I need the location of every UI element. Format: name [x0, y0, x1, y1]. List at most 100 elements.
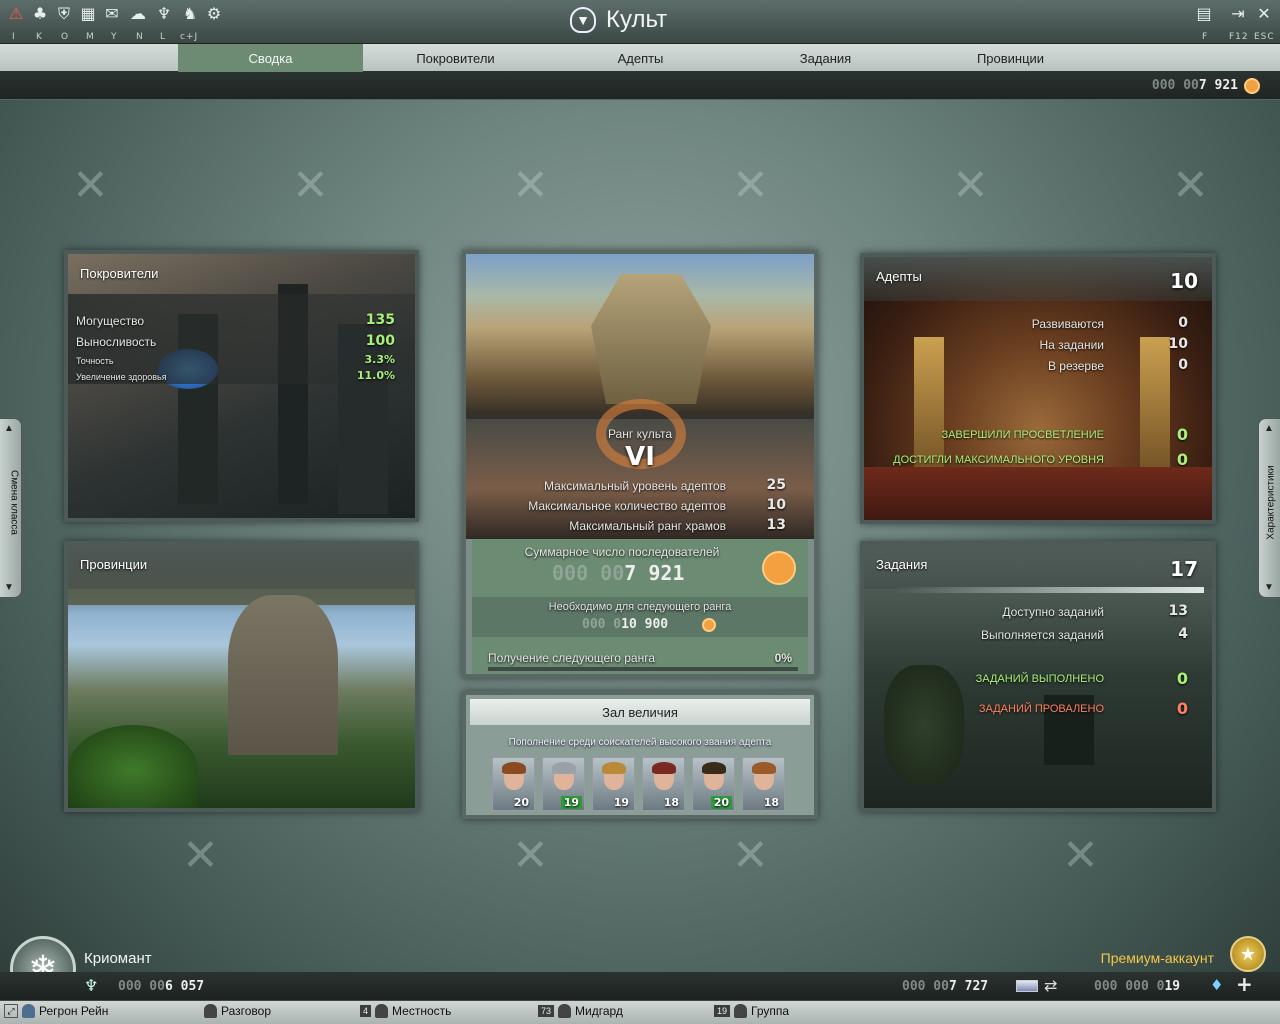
exchange-icon[interactable]: ⇄ [1044, 976, 1057, 995]
currency-bar: 000 007 921 [0, 72, 1280, 100]
tab-missions[interactable]: Задания [733, 44, 918, 72]
adept-level: 18 [763, 796, 779, 809]
background-ornament: ✕ [732, 160, 769, 211]
next-rank-value: 000 010 900 [582, 617, 669, 632]
hall-of-greatness-panel[interactable]: Зал величия Пополнение среди соискателей… [462, 691, 818, 819]
resource-bar: ♆ 000 006 057 000 007 727 ⇄ 000 000 019 … [0, 972, 1280, 1000]
missions-failed-value: 0 [1176, 699, 1188, 718]
add-crystals-button[interactable]: + [1236, 972, 1253, 996]
chat-tab[interactable]: 4 Местность [360, 1004, 451, 1018]
hall-title: Зал величия [470, 699, 810, 725]
adept-candidate-portrait[interactable]: 20 [692, 757, 735, 811]
background-ornament: ✕ [1062, 830, 1099, 881]
cult-icon[interactable]: ♆ [154, 4, 174, 24]
background-ornament: ✕ [1172, 160, 1209, 211]
chat-tab[interactable]: 73 Мидгард [538, 1004, 623, 1018]
patrons-title: Покровители [80, 266, 159, 281]
portrait-hair [502, 762, 526, 774]
missions-title: Задания [876, 557, 928, 572]
characteristics-label: Характеристики [1265, 465, 1277, 540]
missions-count: 17 [1170, 557, 1198, 581]
tab-patrons[interactable]: Покровители [363, 44, 548, 72]
chat-icon[interactable]: ✉ [102, 4, 122, 24]
banknote-icon [1016, 980, 1038, 992]
adept-level: 18 [663, 796, 679, 809]
adept-candidate-portrait[interactable]: 19 [592, 757, 635, 811]
paw-icon [762, 551, 796, 585]
adepts-row-label: В резерве [1047, 359, 1104, 373]
adept-candidate-portrait[interactable]: 19 [542, 757, 585, 811]
adept-level: 19 [613, 796, 629, 809]
stat-value: 100 [365, 333, 395, 349]
adepts-panel[interactable]: Адепты 10 Развиваются 0 На задании 10 В … [860, 253, 1216, 524]
chat-tab-label: Разговор [221, 1004, 272, 1018]
missions-divider [894, 587, 1204, 593]
adept-candidate-portrait[interactable]: 18 [742, 757, 785, 811]
missions-row-label: Выполняется заданий [980, 628, 1104, 642]
guild-icon[interactable]: ♣ [30, 4, 50, 24]
stat-value: 135 [365, 312, 395, 328]
tab-adepts[interactable]: Адепты [548, 44, 733, 72]
adept-candidate-portrait[interactable]: 20 [492, 757, 535, 811]
class-change-label: Смена класса [8, 470, 20, 535]
exit-icon[interactable]: ⇥ [1228, 4, 1248, 24]
characteristics-side-tab[interactable]: ▲ Характеристики ▼ [1258, 418, 1280, 598]
gold-counter: 000 007 727 [902, 979, 989, 994]
mount-icon[interactable]: ☁ [128, 4, 148, 24]
cult-row-label: Максимальный уровень адептов [544, 479, 726, 493]
tab-summary[interactable]: Сводка [178, 44, 363, 72]
crystal-icon: ♦ [1210, 976, 1224, 994]
background-ornament: ✕ [952, 160, 989, 211]
close-icon[interactable]: ✕ [1254, 4, 1274, 24]
adept-candidate-portrait[interactable]: 18 [642, 757, 685, 811]
alert-icon[interactable]: ⚠ [6, 4, 26, 24]
class-change-side-tab[interactable]: ▲ Смена класса ▼ [0, 418, 22, 598]
window-title: ▼ Культ [570, 4, 667, 36]
hotkey-label: O [61, 32, 70, 42]
adepts-row-value: 0 [1178, 357, 1188, 373]
patrons-panel[interactable]: Покровители Могущество 135 Выносливость … [64, 250, 419, 522]
chat-tab[interactable]: ⤢ Регрон Рейн [4, 1004, 108, 1018]
cult-logo-icon: ▼ [570, 7, 596, 33]
chat-tab[interactable]: 19 Группа [714, 1004, 789, 1018]
chat-count-badge: 19 [714, 1005, 731, 1017]
cult-row-value: 13 [766, 517, 786, 533]
premium-star-icon[interactable]: ★ [1230, 936, 1266, 972]
chat-count-badge: 73 [538, 1005, 555, 1017]
provinces-panel[interactable]: Провинции [64, 541, 419, 812]
tab-bar: Сводка Покровители Адепты Задания Провин… [0, 44, 1280, 72]
progress-box: Получение следующего ранга 0% [472, 637, 808, 674]
faction-icon: ♆ [84, 976, 99, 995]
adepts-row-value: 10 [1168, 336, 1188, 352]
missions-row-label: Доступно заданий [1002, 605, 1104, 619]
portrait-hair [752, 762, 776, 774]
missions-panel[interactable]: Задания 17 Доступно заданий 13 Выполняет… [860, 541, 1216, 812]
rank-label: Ранг культа [607, 427, 673, 441]
paw-icon [1244, 78, 1260, 94]
cult-row-label: Максимальное количество адептов [528, 499, 726, 513]
adepts-row-label: На задании [1039, 338, 1104, 352]
journal-icon[interactable]: ▤ [1194, 4, 1214, 24]
max-level-label: Достигли максимального уровня [893, 454, 1104, 466]
progress-percent: 0% [774, 651, 792, 665]
map-icon[interactable]: ▦ [78, 4, 98, 24]
chat-count-badge: 4 [360, 1005, 372, 1017]
chevron-down-icon: ▼ [1264, 582, 1274, 593]
shield-icon[interactable]: ⛨ [54, 4, 74, 24]
background-ornament: ✕ [292, 160, 329, 211]
tab-provinces[interactable]: Провинции [918, 44, 1103, 72]
hotkey-label: c+J [180, 32, 199, 42]
person-icon [204, 1004, 217, 1018]
missions-row-value: 13 [1168, 603, 1188, 619]
palm-foliage [68, 725, 198, 808]
adepts-count: 10 [1170, 269, 1198, 293]
chat-tab[interactable]: Разговор [204, 1004, 271, 1018]
portrait-hair [552, 762, 576, 774]
followers-total: 000 007 921 [552, 561, 685, 585]
enlightened-label: Завершили просветление [941, 429, 1104, 441]
settings-icon[interactable]: ⚙ [204, 4, 224, 24]
stat-value: 3.3% [364, 353, 395, 366]
pet-icon[interactable]: ♞ [180, 4, 200, 24]
expand-icon[interactable]: ⤢ [4, 1004, 18, 1018]
chevron-down-icon: ▼ [4, 582, 14, 593]
